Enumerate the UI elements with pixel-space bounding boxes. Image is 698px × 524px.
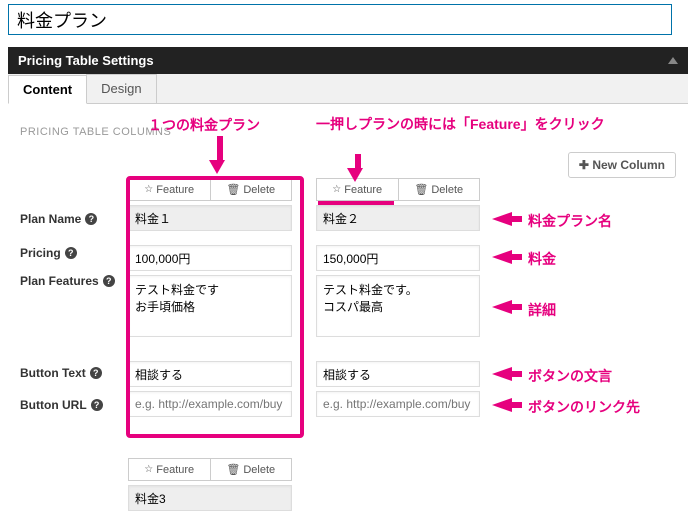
anno-btn-url: ボタンのリンク先 — [528, 397, 640, 417]
pricing-column-2: ☆Feature 🗑Delete — [316, 178, 480, 417]
help-icon[interactable]: ? — [90, 367, 102, 379]
anno-price: 料金 — [528, 249, 556, 269]
star-icon: ☆ — [144, 464, 153, 475]
arrow-left-icon — [492, 367, 512, 381]
button-url-input[interactable] — [316, 391, 480, 417]
features-textarea[interactable] — [128, 275, 292, 337]
anno-plan-name: 料金プラン名 — [528, 211, 612, 231]
tab-content[interactable]: Content — [8, 75, 87, 104]
feature-button[interactable]: ☆Feature — [128, 458, 211, 481]
button-url-input[interactable] — [128, 391, 292, 417]
plan-name-input[interactable] — [128, 205, 292, 231]
underline-annotation — [318, 201, 394, 205]
arrow-down-icon — [214, 136, 225, 174]
label-button-text: Button Text? — [20, 366, 102, 380]
star-icon: ☆ — [332, 184, 341, 195]
delete-button[interactable]: 🗑Delete — [211, 178, 293, 201]
feature-button[interactable]: ☆Feature — [128, 178, 211, 201]
panel-title: Pricing Table Settings — [18, 53, 154, 68]
pricing-column-1: ☆Feature 🗑Delete — [128, 178, 292, 417]
delete-button[interactable]: 🗑Delete — [211, 458, 293, 481]
arrow-left-icon — [492, 398, 512, 412]
anno-feature-hint: 一押しプランの時には「Feature」をクリック — [316, 115, 616, 135]
arrow-left-icon — [492, 300, 512, 314]
label-button-url: Button URL? — [20, 398, 103, 412]
anno-btn-text: ボタンの文言 — [528, 366, 612, 386]
help-icon[interactable]: ? — [85, 213, 97, 225]
button-text-input[interactable] — [128, 361, 292, 387]
features-textarea[interactable] — [316, 275, 480, 337]
anno-detail: 詳細 — [528, 300, 556, 320]
trash-icon: 🗑 — [226, 183, 240, 196]
label-pricing: Pricing? — [20, 246, 77, 260]
collapse-icon[interactable] — [668, 57, 678, 64]
new-column-button[interactable]: ✚ New Column — [568, 152, 676, 178]
label-plan-features: Plan Features? — [20, 274, 115, 288]
plan-name-input[interactable] — [316, 205, 480, 231]
delete-button[interactable]: 🗑Delete — [399, 178, 481, 201]
pricing-column-3: ☆Feature 🗑Delete — [128, 458, 292, 511]
plan-name-input[interactable] — [128, 485, 292, 511]
trash-icon: 🗑 — [226, 463, 240, 476]
label-plan-name: Plan Name? — [20, 212, 97, 226]
plus-icon: ✚ — [579, 158, 589, 172]
trash-icon: 🗑 — [414, 183, 428, 196]
help-icon[interactable]: ? — [91, 399, 103, 411]
tab-design[interactable]: Design — [86, 74, 156, 103]
star-icon: ☆ — [144, 184, 153, 195]
panel-header: Pricing Table Settings — [8, 47, 688, 74]
anno-one-plan: １つの料金プラン — [148, 115, 260, 135]
button-text-input[interactable] — [316, 361, 480, 387]
help-icon[interactable]: ? — [103, 275, 115, 287]
help-icon[interactable]: ? — [65, 247, 77, 259]
pricing-input[interactable] — [128, 245, 292, 271]
arrow-left-icon — [492, 250, 512, 264]
arrow-left-icon — [492, 212, 512, 226]
pricing-input[interactable] — [316, 245, 480, 271]
arrow-down-icon — [352, 154, 363, 182]
page-title-input[interactable] — [8, 4, 672, 35]
